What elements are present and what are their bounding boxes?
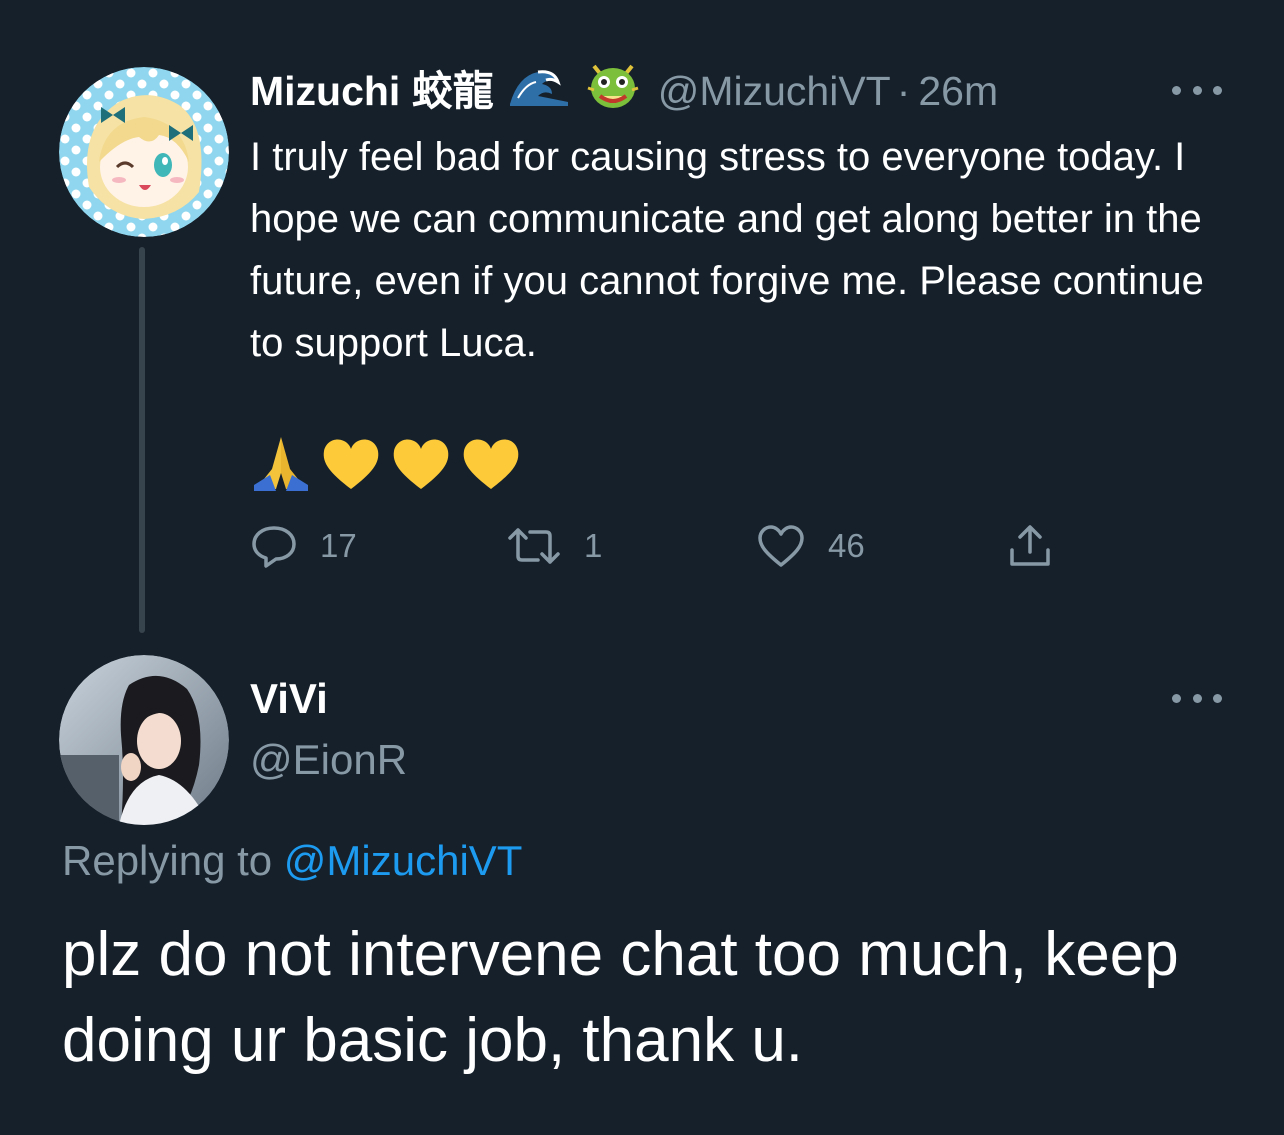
- retweet-count: 1: [584, 527, 603, 564]
- reply-author-handle[interactable]: @EionR: [250, 733, 407, 787]
- mizuchi-avatar[interactable]: [59, 67, 229, 237]
- share-icon: [1010, 525, 1050, 566]
- reply-icon: [252, 526, 296, 568]
- yellow-heart-emoji-icon: [393, 439, 449, 489]
- thread-connector-line: [139, 247, 145, 633]
- reply-count: 17: [320, 527, 357, 564]
- replying-prefix: Replying to: [62, 837, 284, 884]
- profile-photo-avatar-icon: [59, 655, 229, 825]
- retweet-icon: [508, 528, 560, 564]
- reply-more-options-icon[interactable]: [1172, 688, 1222, 708]
- replying-to-mention[interactable]: @MizuchiVT: [284, 837, 523, 884]
- yellow-heart-emoji-icon: [463, 439, 519, 489]
- author-handle[interactable]: @MizuchiVT: [658, 64, 891, 118]
- tweet-emoji-row: [250, 430, 530, 496]
- tweet-header: Mizuchi 蛟龍 @MizuchiVT · 26m: [250, 64, 998, 118]
- author-name[interactable]: Mizuchi 蛟龍: [250, 64, 494, 118]
- like-icon: [758, 525, 804, 567]
- more-options-icon[interactable]: [1172, 80, 1222, 100]
- reply-button[interactable]: 17: [250, 516, 357, 576]
- tweet-actions-bar: 17 1 46: [250, 516, 1070, 576]
- vivi-avatar[interactable]: [59, 655, 229, 825]
- tweet-thread: Mizuchi 蛟龍 @MizuchiVT · 26m I truly feel…: [0, 0, 1284, 1135]
- retweet-button[interactable]: 1: [506, 516, 602, 576]
- tweet-timestamp[interactable]: 26m: [918, 64, 998, 118]
- dragon-face-emoji-icon: [584, 58, 642, 125]
- share-button[interactable]: [1006, 516, 1054, 576]
- like-button[interactable]: 46: [756, 516, 865, 576]
- anime-character-avatar-icon: [59, 67, 229, 237]
- like-count: 46: [828, 527, 865, 564]
- header-separator: ·: [896, 68, 911, 114]
- reply-text: plz do not intervene chat too much, keep…: [62, 920, 1179, 1075]
- reply-author-name[interactable]: ViVi: [250, 672, 328, 726]
- yellow-heart-emoji-icon: [323, 439, 379, 489]
- wave-emoji-icon: [508, 62, 570, 121]
- replying-to-line: Replying to @MizuchiVT: [62, 833, 522, 889]
- folded-hands-emoji-icon: [254, 437, 308, 491]
- tweet-text: I truly feel bad for causing stress to e…: [250, 135, 1204, 365]
